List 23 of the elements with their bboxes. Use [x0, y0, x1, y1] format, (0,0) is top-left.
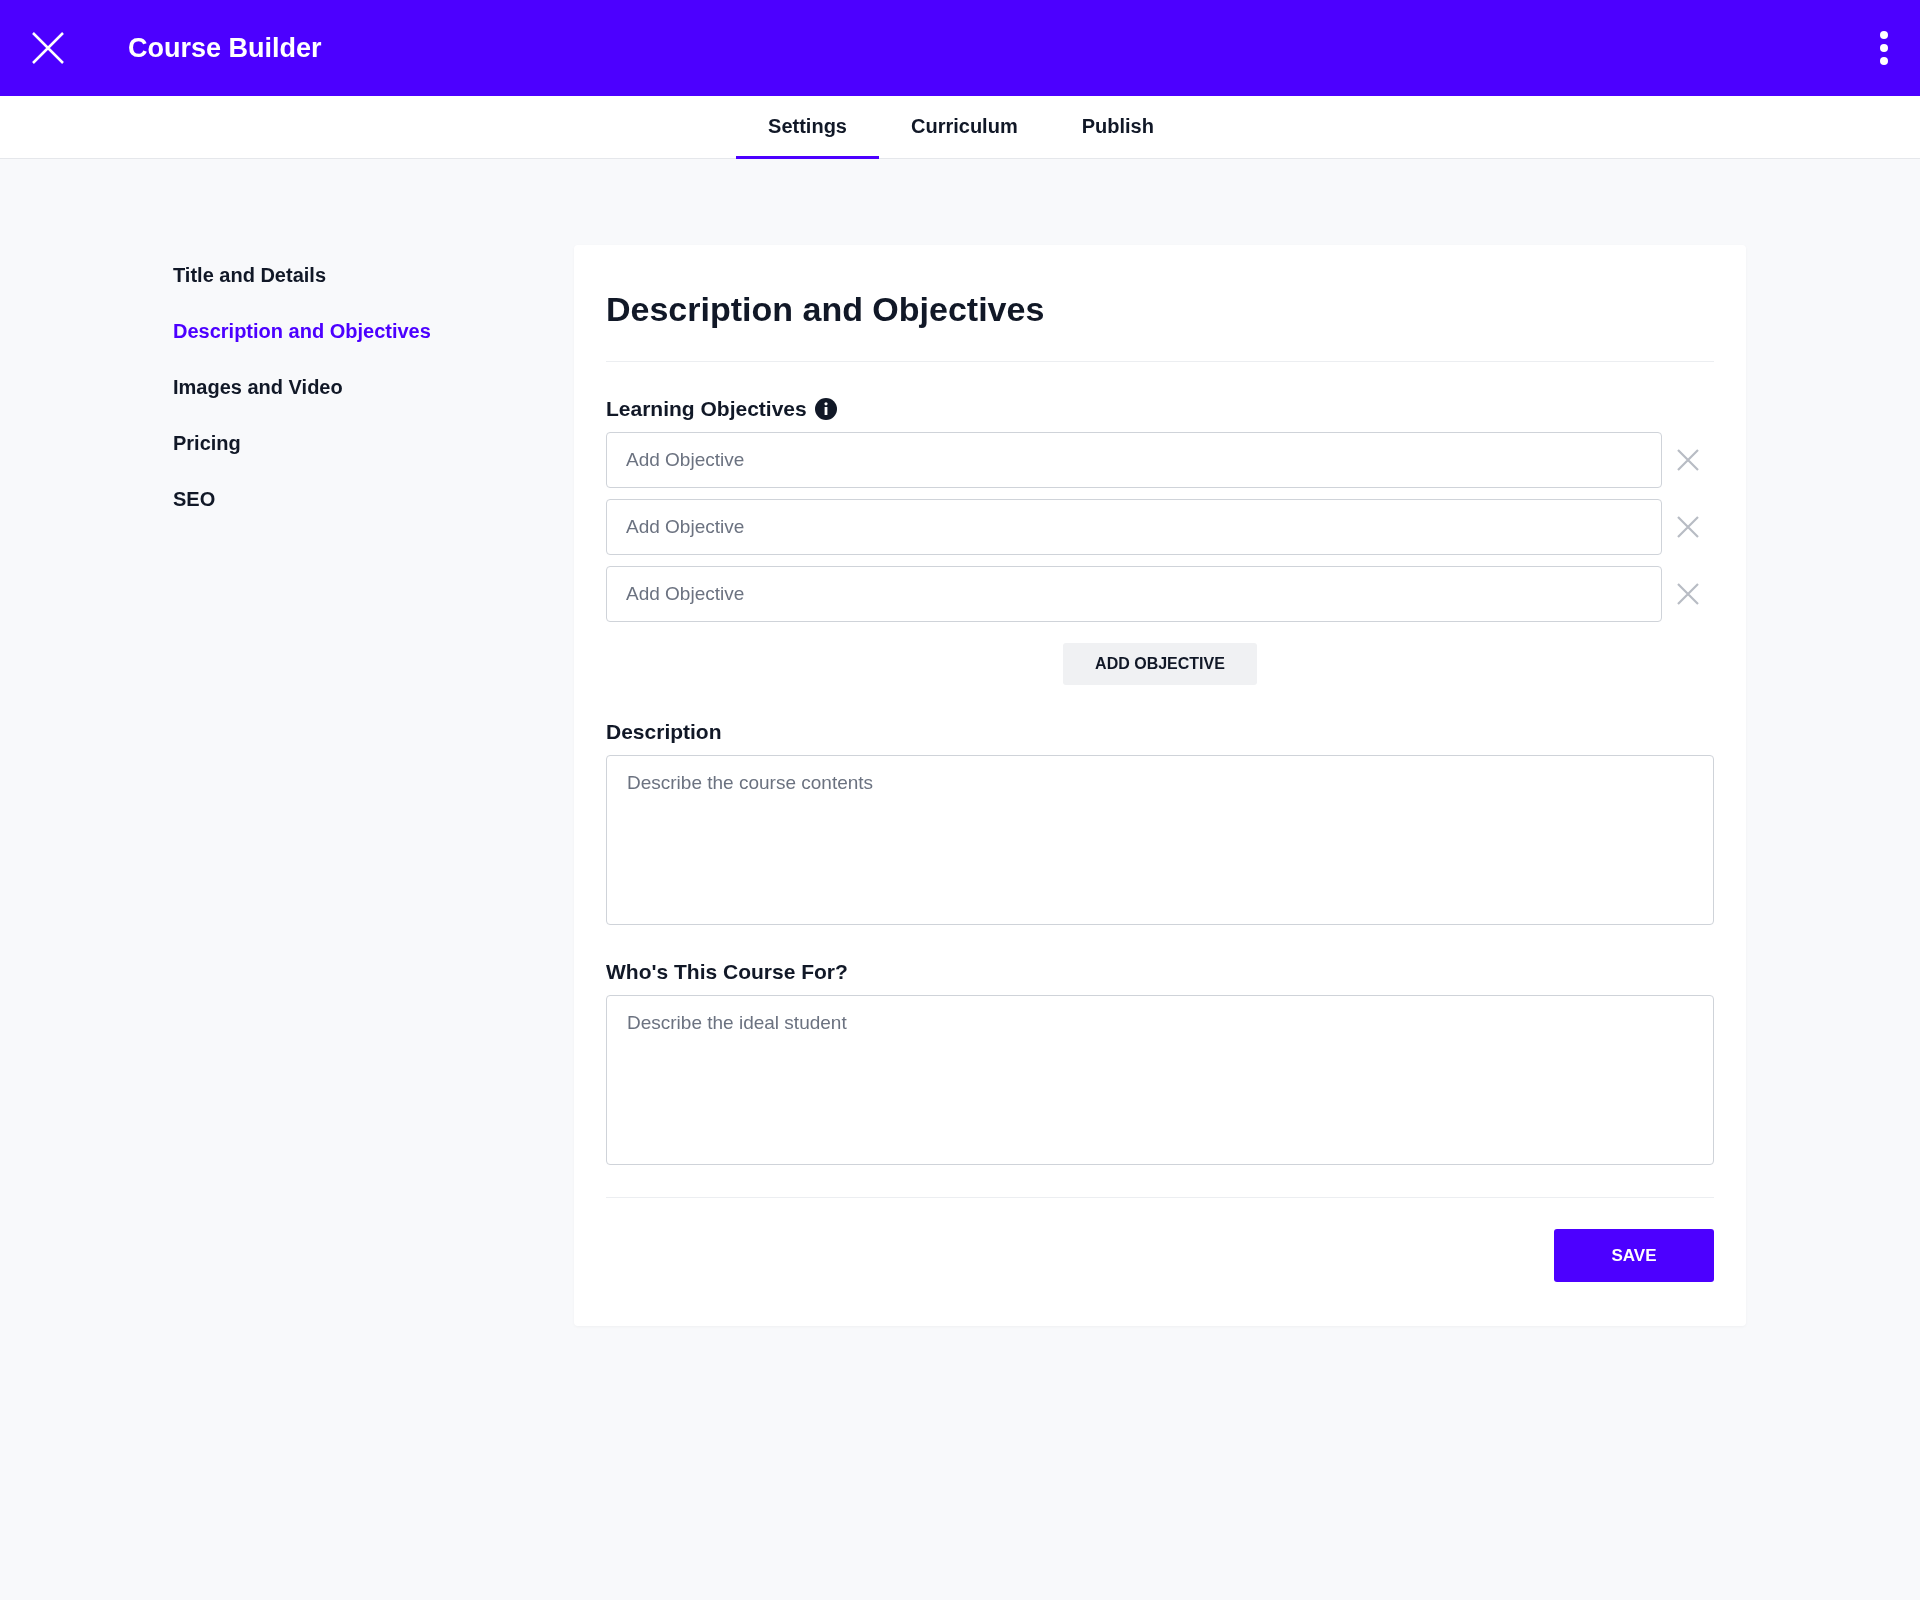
sidebar-item[interactable]: Description and Objectives	[173, 318, 431, 344]
sidebar-item[interactable]: SEO	[173, 486, 216, 512]
sidebar-item[interactable]: Title and Details	[173, 262, 326, 288]
sidebar-item[interactable]: Pricing	[173, 430, 241, 456]
add-objective-button[interactable]: ADD OBJECTIVE	[1063, 643, 1257, 685]
objective-input[interactable]: Add Objective	[606, 499, 1662, 555]
sidebar-item[interactable]: Images and Video	[173, 374, 343, 400]
info-icon[interactable]	[814, 398, 837, 420]
save-button[interactable]: SAVE	[1554, 1229, 1714, 1282]
tab[interactable]: Curriculum	[879, 96, 1050, 159]
field-label: Description	[606, 719, 722, 745]
description-textarea[interactable]: Describe the course contents	[606, 755, 1714, 925]
objective-input[interactable]: Add Objective	[606, 566, 1662, 622]
field-label: Learning Objectives	[606, 396, 807, 422]
close-icon[interactable]	[30, 30, 66, 66]
more-options-icon[interactable]	[1879, 30, 1889, 66]
tab[interactable]: Publish	[1049, 96, 1186, 159]
objective-input[interactable]: Add Objective	[606, 432, 1662, 488]
app-title: Course Builder	[128, 32, 322, 64]
section-title: Description and Objectives	[606, 289, 1046, 329]
audience-textarea[interactable]: Describe the ideal student	[606, 995, 1714, 1165]
tab[interactable]: Settings	[736, 96, 879, 159]
field-label: Who's This Course For?	[606, 959, 848, 985]
